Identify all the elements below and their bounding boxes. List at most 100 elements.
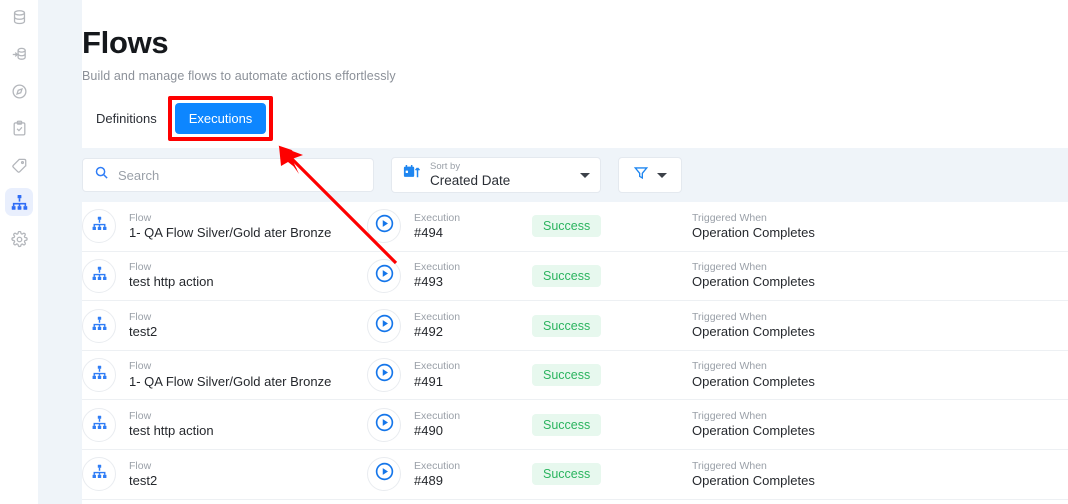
avatar [82,258,116,293]
sidebar-item-explore[interactable] [5,77,33,105]
row-execution-label: Execution [414,211,461,224]
table-row[interactable]: Flow test http action Ex [82,251,1068,302]
table-row[interactable]: Flow 1- QA Flow Silver/Gold ater Bronze [82,202,1068,252]
table-row[interactable]: Flow 1- QA Flow Silver/Gold ater Bronze [82,350,1068,401]
rail-gutter [38,0,82,504]
status-badge: Success [532,264,602,287]
play-circle-icon [374,362,395,388]
row-trigger-value: Operation Completes [692,423,815,439]
play-circle-icon [374,313,395,339]
sidebar-item-tags[interactable] [5,151,33,179]
row-flow-cell: Flow 1- QA Flow Silver/Gold ater Bronze [82,209,367,244]
row-trigger-label: Triggered When [692,459,767,472]
filter-chevron-down-icon[interactable] [657,172,667,178]
row-flow-value: 1- QA Flow Silver/Gold ater Bronze [129,373,332,389]
tab-executions[interactable]: Executions [174,103,267,135]
row-execution-value: #491 [414,373,443,389]
run-button[interactable] [367,457,401,492]
sort-by-dropdown[interactable]: Sort by Created Date [391,157,601,194]
row-flow-cell: Flow 1- QA Flow Silver/Gold ater Bronze [82,358,367,393]
database-import-icon [11,46,28,63]
row-execution-cell: Execution #489 [367,457,532,492]
sidebar-item-tasks[interactable] [5,114,33,142]
row-execution-label: Execution [414,310,461,323]
row-flow-text: Flow 1- QA Flow Silver/Gold ater Bronze [129,360,331,389]
flow-node-icon [91,315,108,337]
table-row[interactable]: Flow test2 Execution [82,450,1068,500]
flow-node-icon [91,463,108,485]
row-trigger-value: Operation Completes [692,373,815,389]
row-flow-label: Flow [129,360,152,373]
run-button[interactable] [367,407,401,442]
run-button[interactable] [367,308,401,343]
row-flow-cell: Flow test2 [82,308,367,343]
toolbar: Search Sort by Created Date [82,148,1068,203]
row-execution-label: Execution [414,459,461,472]
search-placeholder: Search [118,167,160,183]
row-execution-cell: Execution #492 [367,308,532,343]
chevron-down-icon[interactable] [580,172,590,178]
row-trigger-value: Operation Completes [692,324,815,340]
sidebar-rail [0,0,38,504]
tab-definitions[interactable]: Definitions [82,103,171,134]
sort-by-text: Sort by Created Date [430,160,571,188]
row-flow-text: Flow test http action [129,410,214,439]
row-flow-value: test http action [129,274,214,290]
filter-icon [633,165,649,186]
row-execution-cell: Execution #493 [367,258,532,293]
page-header: Flows Build and manage flows to automate… [82,0,1068,83]
row-flow-value: test2 [129,324,158,340]
filter-button[interactable] [618,157,682,194]
play-circle-icon [374,213,395,239]
row-flow-cell: Flow test http action [82,258,367,293]
search-input[interactable]: Search [82,158,374,193]
row-flow-cell: Flow test2 [82,457,367,492]
run-button[interactable] [367,209,401,244]
tab-bar: Definitions Executions [82,96,1068,142]
main-content: Flows Build and manage flows to automate… [82,0,1068,504]
sidebar-item-import-data[interactable] [5,40,33,68]
row-execution-value: #489 [414,472,443,488]
database-icon [11,9,28,26]
row-status-cell: Success [532,264,692,287]
status-badge: Success [532,314,602,337]
row-flow-text: Flow test http action [129,261,214,290]
row-trigger-text: Triggered When Operation Completes [692,360,1068,389]
play-circle-icon [374,461,395,487]
row-flow-value: test http action [129,423,214,439]
sidebar-item-flows[interactable] [5,188,33,216]
sidebar-item-database[interactable] [5,3,33,31]
row-execution-text: Execution #490 [414,410,460,439]
run-button[interactable] [367,258,401,293]
row-trigger-cell: Triggered When Operation Completes [692,311,1068,340]
row-execution-text: Execution #494 [414,212,460,241]
row-flow-text: Flow test2 [129,460,157,489]
row-flow-label: Flow [129,459,152,472]
status-badge: Success [532,364,602,387]
flows-icon [10,193,29,212]
row-execution-value: #494 [414,224,443,240]
row-flow-cell: Flow test http action [82,407,367,442]
page-title: Flows [82,25,169,60]
row-flow-label: Flow [129,211,152,224]
row-execution-label: Execution [414,360,461,373]
row-trigger-label: Triggered When [692,261,767,274]
tag-icon [11,157,28,174]
row-flow-label: Flow [129,261,152,274]
status-badge: Success [532,215,602,238]
row-trigger-label: Triggered When [692,360,767,373]
row-execution-value: #493 [414,274,443,290]
sidebar-item-settings[interactable] [5,225,33,253]
run-button[interactable] [367,358,401,393]
row-trigger-value: Operation Completes [692,472,815,488]
row-flow-value: 1- QA Flow Silver/Gold ater Bronze [129,224,332,240]
row-status-cell: Success [532,413,692,436]
row-execution-cell: Execution #491 [367,358,532,393]
row-status-cell: Success [532,463,692,486]
row-execution-text: Execution #493 [414,261,460,290]
gear-icon [10,230,28,248]
table-row[interactable]: Flow test http action Ex [82,400,1068,451]
sort-by-label: Sort by [430,160,461,172]
table-row[interactable]: Flow test2 Execution [82,301,1068,351]
row-execution-label: Execution [414,261,461,274]
